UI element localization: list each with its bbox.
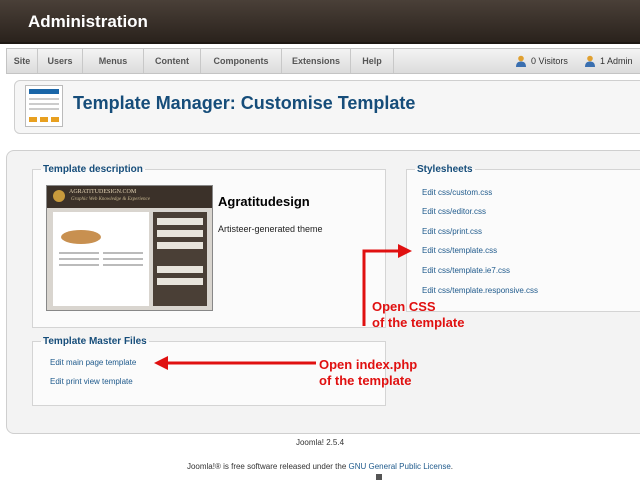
license-suffix: . — [450, 462, 454, 471]
css-annotation-line1: Open CSS — [372, 299, 436, 314]
annotation-arrows — [154, 244, 412, 370]
index-arrow-head-icon — [154, 356, 168, 370]
joomla-version: Joomla! 2.5.4 — [295, 438, 345, 447]
css-annotation: Open CSS of the template — [372, 299, 464, 331]
gpl-license-link[interactable]: GNU General Public License — [349, 462, 451, 471]
css-arrow-head-icon — [398, 244, 412, 258]
index-annotation: Open index.php of the template — [319, 357, 417, 389]
index-annotation-line2: of the template — [319, 373, 412, 388]
license-notice: Joomla!® is free software released under… — [0, 462, 640, 471]
index-annotation-line1: Open index.php — [319, 357, 418, 372]
css-annotation-line2: of the template — [372, 315, 465, 330]
license-prefix: Joomla!® is free software released under… — [186, 462, 349, 471]
scroll-indicator — [376, 474, 382, 480]
